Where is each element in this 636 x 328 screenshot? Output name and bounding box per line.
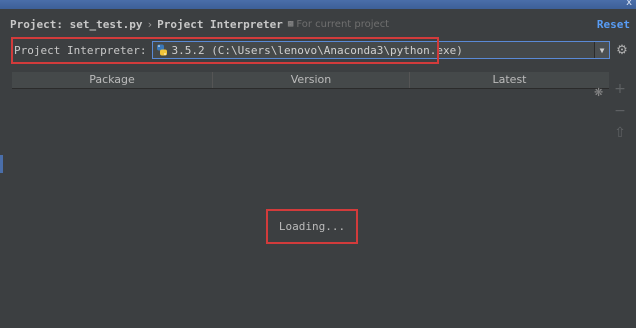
- interpreter-highlight-box: [11, 37, 439, 64]
- breadcrumb-project: Project: set_test.py: [10, 17, 143, 31]
- close-icon[interactable]: x: [626, 0, 632, 8]
- breadcrumb: Project: set_test.py › Project Interpret…: [10, 16, 630, 32]
- copy-icon: ▩: [287, 19, 294, 29]
- scope-label: For current project: [296, 18, 390, 30]
- page-title: Project Interpreter: [157, 17, 283, 31]
- loading-spinner-icon: ❋: [594, 86, 604, 99]
- column-header-version[interactable]: Version: [213, 72, 410, 88]
- column-header-latest[interactable]: Latest: [410, 72, 609, 88]
- window-title-bar: x: [0, 0, 636, 9]
- left-edge-marker: [0, 155, 3, 173]
- arrow-up-icon[interactable]: ⇧: [614, 122, 626, 144]
- reset-link[interactable]: Reset: [597, 18, 630, 31]
- breadcrumb-separator: ›: [146, 17, 154, 31]
- gear-icon[interactable]: ⚙: [614, 41, 630, 59]
- plus-icon[interactable]: +: [614, 78, 626, 100]
- package-toolbar: + − ⇧: [612, 78, 628, 144]
- chevron-down-icon[interactable]: ▼: [594, 42, 609, 58]
- column-header-package[interactable]: Package: [12, 72, 213, 88]
- minus-icon[interactable]: −: [614, 100, 626, 122]
- table-header: Package Version Latest: [12, 72, 609, 89]
- packages-table: Package Version Latest: [12, 72, 609, 328]
- loading-status: Loading...: [278, 220, 346, 233]
